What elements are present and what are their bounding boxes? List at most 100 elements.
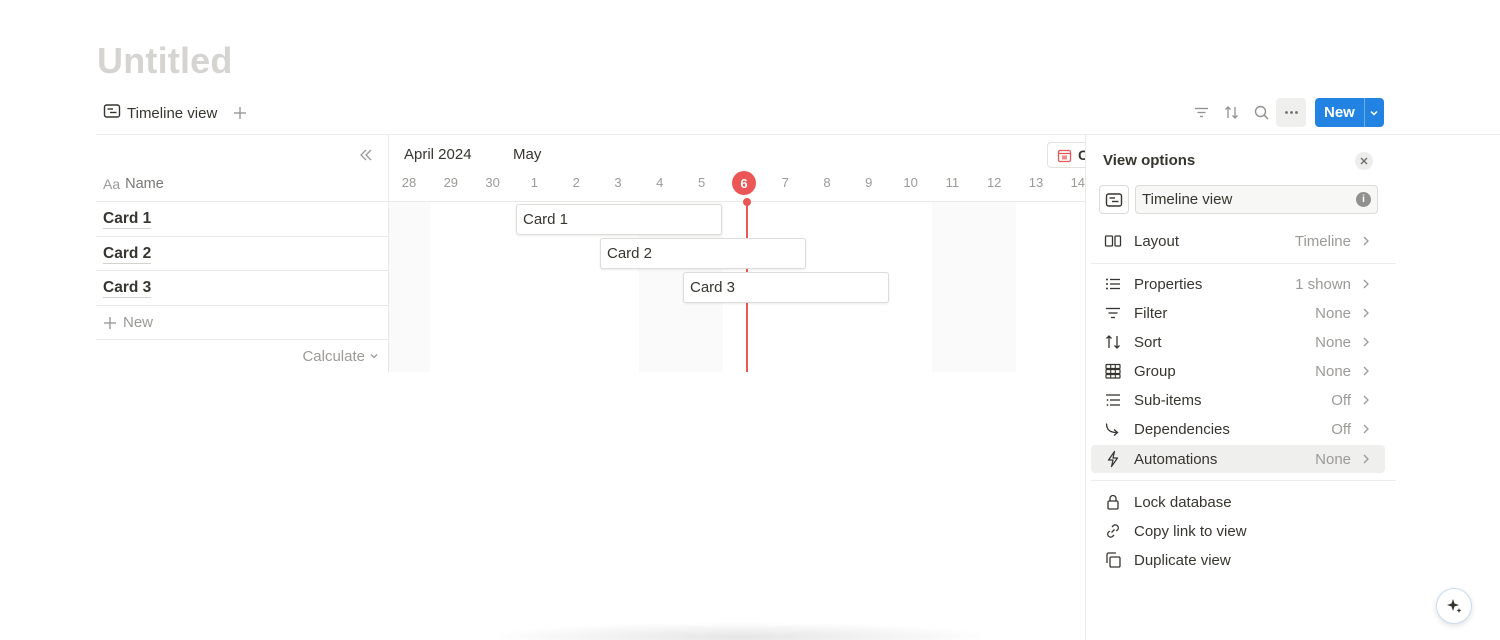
day-label: 10 xyxy=(903,175,918,190)
sort-button[interactable] xyxy=(1216,98,1246,127)
month-label: April 2024 xyxy=(404,146,472,163)
option-dependencies[interactable]: Dependencies Off xyxy=(1091,415,1385,443)
option-properties[interactable]: Properties 1 shown xyxy=(1091,270,1385,298)
timeline-icon xyxy=(1105,192,1123,207)
row-title[interactable]: Card 3 xyxy=(103,279,152,298)
divider xyxy=(1091,480,1396,481)
day-label: 14 xyxy=(1070,175,1086,190)
day-label: 29 xyxy=(443,175,459,190)
option-value: Off xyxy=(1331,391,1351,409)
filter-icon xyxy=(1101,301,1125,325)
table-row[interactable]: Card 3 xyxy=(96,270,389,305)
lightning-icon xyxy=(1101,447,1125,471)
row-title[interactable]: Card 2 xyxy=(103,245,152,264)
day-label: 9 xyxy=(865,175,873,190)
filter-button[interactable] xyxy=(1186,98,1216,127)
day-label: 11 xyxy=(945,175,960,190)
view-icon-picker[interactable] xyxy=(1099,185,1129,214)
option-value: None xyxy=(1315,362,1351,380)
weekend-shade xyxy=(389,202,430,372)
chevron-right-icon xyxy=(1357,395,1375,405)
chevron-right-icon xyxy=(1357,279,1375,289)
row-title[interactable]: Card 1 xyxy=(103,210,152,229)
option-value: None xyxy=(1315,333,1351,351)
add-row-button[interactable]: New xyxy=(96,305,389,339)
action-copy-link[interactable]: Copy link to view xyxy=(1091,517,1385,545)
day-label: 1 xyxy=(530,175,538,190)
new-button[interactable]: New xyxy=(1315,98,1364,127)
option-label: Filter xyxy=(1134,304,1168,322)
action-lock-database[interactable]: Lock database xyxy=(1091,488,1385,516)
layout-icon xyxy=(1101,229,1125,253)
search-button[interactable] xyxy=(1246,98,1276,127)
new-dropdown-button[interactable] xyxy=(1363,98,1384,127)
day-label: 30 xyxy=(485,175,500,190)
option-sub-items[interactable]: Sub-items Off xyxy=(1091,386,1385,414)
grid-icon xyxy=(1101,359,1125,383)
collapse-table-button[interactable] xyxy=(358,147,374,163)
view-options-panel: View options i Layout Timeline Propertie… xyxy=(1085,135,1500,640)
chevron-down-icon xyxy=(370,354,378,359)
calculate-label: Calculate xyxy=(302,347,365,365)
table-row[interactable]: Card 2 xyxy=(96,236,389,271)
more-icon xyxy=(1284,111,1298,114)
chevron-right-icon xyxy=(1357,337,1375,347)
tab-timeline-view[interactable]: Timeline view xyxy=(97,99,223,127)
option-automations[interactable]: Automations None xyxy=(1091,445,1385,473)
day-label: 4 xyxy=(656,175,664,190)
option-value: 1 shown xyxy=(1295,275,1351,293)
day-label: 2 xyxy=(572,175,580,190)
timeline-card[interactable]: Card 2 xyxy=(600,238,806,269)
action-duplicate-view[interactable]: Duplicate view xyxy=(1091,546,1385,574)
add-row-label: New xyxy=(123,314,154,331)
option-value: Off xyxy=(1331,420,1351,438)
sparkle-icon xyxy=(1447,599,1462,613)
option-layout[interactable]: Layout Timeline xyxy=(1091,227,1385,255)
more-options-button[interactable] xyxy=(1276,98,1306,127)
info-icon[interactable]: i xyxy=(1356,192,1371,207)
view-name-row: i xyxy=(1099,185,1378,214)
today-dot xyxy=(743,198,751,206)
ai-assistant-button[interactable] xyxy=(1436,588,1472,624)
table-row[interactable]: Card 1 xyxy=(96,201,389,236)
option-sort[interactable]: Sort None xyxy=(1091,328,1385,356)
chevron-right-icon xyxy=(1357,236,1375,246)
timeline-card[interactable]: Card 1 xyxy=(516,204,722,235)
double-chevron-left-icon xyxy=(360,149,372,161)
panel-title: View options xyxy=(1103,152,1196,169)
option-label: Sort xyxy=(1134,333,1162,351)
action-label: Lock database xyxy=(1134,493,1232,511)
dependency-arrow-icon xyxy=(1101,417,1125,441)
day-label: 13 xyxy=(1028,175,1044,190)
option-label: Dependencies xyxy=(1134,420,1230,438)
day-label: 3 xyxy=(614,175,622,190)
option-label: Layout xyxy=(1134,232,1180,250)
chevron-right-icon xyxy=(1357,454,1375,464)
sort-icon xyxy=(1101,330,1125,354)
timeline-area: April 2024 May 28 29 30 1 2 3 4 5 7 8 9 10 11 12 13 14 … xyxy=(389,135,1086,372)
sort-icon xyxy=(1224,106,1238,119)
option-label: Sub-items xyxy=(1134,391,1202,409)
subitems-icon xyxy=(1101,388,1125,412)
option-label: Properties xyxy=(1134,275,1203,293)
chevron-right-icon xyxy=(1357,308,1375,318)
calculate-button[interactable]: Calculate xyxy=(96,339,389,372)
day-label: 28 xyxy=(401,175,417,190)
tab-label: Timeline view xyxy=(127,104,218,122)
open-in-calendar-button[interactable]: C xyxy=(1047,142,1086,168)
option-value: Timeline xyxy=(1294,232,1351,250)
page-title[interactable]: Untitled xyxy=(97,40,233,82)
view-tabs: Timeline view xyxy=(97,98,251,128)
option-group[interactable]: Group None xyxy=(1091,357,1385,385)
timeline-card[interactable]: Card 3 xyxy=(683,272,889,303)
plus-icon xyxy=(104,316,116,329)
divider xyxy=(389,201,1086,202)
name-column-header[interactable]: Aa Name xyxy=(103,176,164,192)
option-filter[interactable]: Filter None xyxy=(1091,299,1385,327)
scroll-shadow xyxy=(480,622,1000,640)
add-view-button[interactable] xyxy=(229,102,251,124)
close-panel-button[interactable] xyxy=(1355,152,1373,170)
view-name-input[interactable] xyxy=(1135,185,1378,214)
month-label: May xyxy=(513,146,542,163)
day-label: 5 xyxy=(697,175,706,190)
